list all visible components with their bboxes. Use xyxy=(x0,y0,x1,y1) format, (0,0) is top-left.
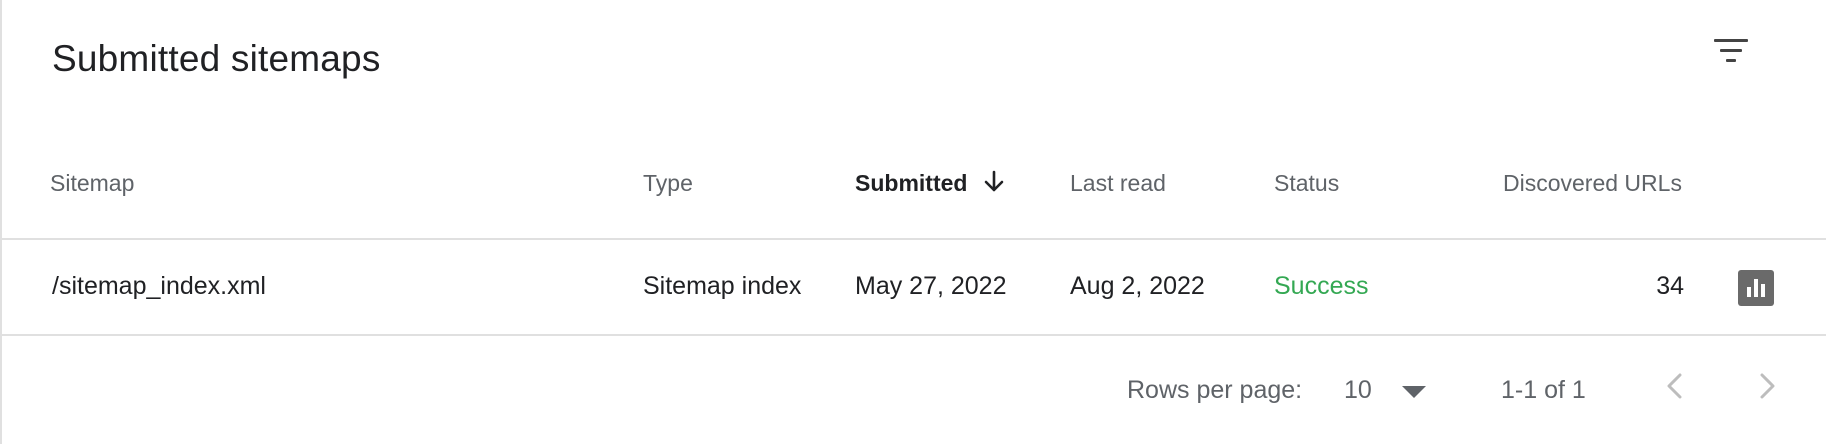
sitemaps-card: Submitted sitemaps Sitemap Type Submitte… xyxy=(0,0,1826,444)
submitted-cell: May 27, 2022 xyxy=(855,272,1007,300)
column-header-type[interactable]: Type xyxy=(643,170,693,197)
rows-per-page-label: Rows per page: xyxy=(1127,376,1303,404)
column-header-status[interactable]: Status xyxy=(1274,170,1339,197)
type-cell: Sitemap index xyxy=(643,272,802,300)
column-header-last-read[interactable]: Last read xyxy=(1070,170,1166,197)
rows-per-page-select[interactable]: 10 xyxy=(1342,368,1442,412)
table-row[interactable]: /sitemap_index.xml Sitemap index May 27,… xyxy=(2,240,1826,336)
previous-page-button[interactable] xyxy=(1656,366,1696,406)
table-header-row: Sitemap Type Submitted Last read Status … xyxy=(2,150,1826,240)
rows-per-page-value: 10 xyxy=(1344,376,1372,404)
pagination-footer: Rows per page: 10 1-1 of 1 xyxy=(2,336,1826,444)
chevron-left-icon xyxy=(1667,373,1682,399)
next-page-button[interactable] xyxy=(1746,366,1786,406)
column-header-submitted[interactable]: Submitted xyxy=(855,170,1005,197)
last-read-cell: Aug 2, 2022 xyxy=(1070,272,1205,300)
pagination-range: 1-1 of 1 xyxy=(1501,376,1586,404)
view-report-button[interactable] xyxy=(1738,270,1774,306)
status-cell: Success xyxy=(1274,272,1369,300)
column-header-discovered-urls[interactable]: Discovered URLs xyxy=(1503,170,1682,197)
sitemap-cell: /sitemap_index.xml xyxy=(52,272,266,300)
chevron-right-icon xyxy=(1760,373,1775,399)
column-header-sitemap[interactable]: Sitemap xyxy=(50,170,134,197)
column-header-submitted-label: Submitted xyxy=(855,170,968,196)
arrow-down-icon xyxy=(985,170,1004,192)
dropdown-caret-icon xyxy=(1402,386,1426,398)
page-title: Submitted sitemaps xyxy=(52,38,381,79)
discovered-urls-cell: 34 xyxy=(1656,272,1684,300)
filter-button[interactable] xyxy=(1708,37,1756,77)
